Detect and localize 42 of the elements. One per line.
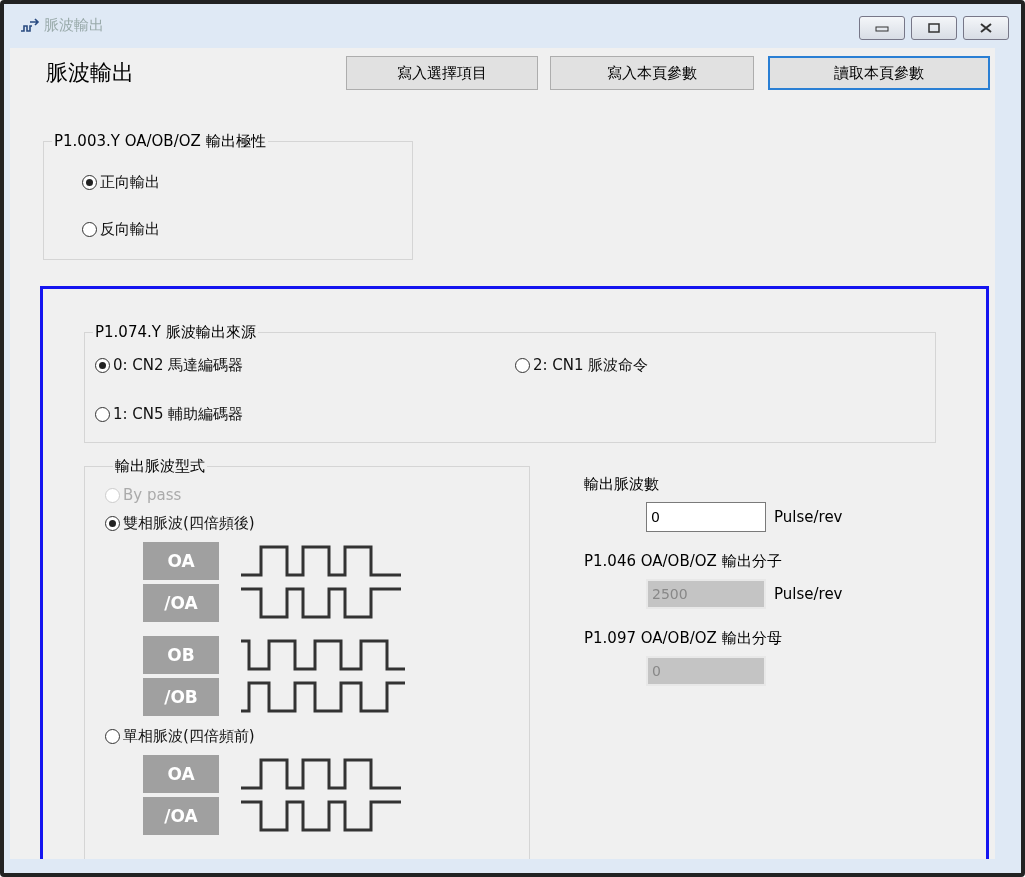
- option-label: 2: CN1 脈波命令: [533, 356, 649, 375]
- signal-label: OB: [143, 636, 219, 674]
- minimize-icon: [875, 24, 889, 32]
- signal-label: /OA: [143, 797, 219, 835]
- unit-label: Pulse/rev: [774, 508, 843, 526]
- radio-button[interactable]: [82, 175, 97, 190]
- field-label: P1.046 OA/OB/OZ 輸出分子: [584, 552, 783, 571]
- group-title: P1.003.Y OA/OB/OZ 輸出極性: [53, 132, 267, 151]
- close-button[interactable]: [963, 16, 1009, 40]
- option-label: 1: CN5 輔助編碼器: [113, 405, 244, 424]
- field-label: P1.097 OA/OB/OZ 輸出分母: [584, 629, 783, 648]
- signal-label: /OB: [143, 678, 219, 716]
- option-label: 反向輸出: [100, 220, 160, 239]
- maximize-icon: [927, 23, 941, 33]
- option-label: 雙相脈波(四倍頻後): [123, 514, 255, 533]
- minimize-button[interactable]: [859, 16, 905, 40]
- page-heading: 脈波輸出: [46, 59, 135, 87]
- option-label: By pass: [123, 486, 182, 504]
- radio-button[interactable]: [95, 407, 110, 422]
- group-title: 輸出脈波型式: [114, 457, 206, 476]
- radio-button[interactable]: [95, 358, 110, 373]
- option-label: 正向輸出: [100, 173, 160, 192]
- maximize-button[interactable]: [911, 16, 957, 40]
- radio-button[interactable]: [82, 222, 97, 237]
- option-label: 單相脈波(四倍頻前): [123, 727, 255, 746]
- signal-label: OA: [143, 755, 219, 793]
- option-label: 0: CN2 馬達編碼器: [113, 356, 244, 375]
- unit-label: Pulse/rev: [774, 585, 843, 603]
- signal-label: /OA: [143, 584, 219, 622]
- close-icon: [979, 23, 993, 33]
- window-title: 脈波輸出: [44, 16, 104, 35]
- radio-button[interactable]: [515, 358, 530, 373]
- action-button[interactable]: 讀取本頁參數: [768, 56, 990, 90]
- input-field[interactable]: 0: [646, 502, 766, 532]
- pulse-arrow-icon: [20, 17, 40, 34]
- group-title: P1.074.Y 脈波輸出來源: [94, 323, 257, 342]
- action-button[interactable]: 寫入選擇項目: [346, 56, 538, 90]
- signal-label: OA: [143, 542, 219, 580]
- action-button[interactable]: 寫入本頁參數: [550, 56, 754, 90]
- radio-button[interactable]: [105, 729, 120, 744]
- field-label: 輸出脈波數: [584, 475, 660, 494]
- radio-button[interactable]: [105, 516, 120, 531]
